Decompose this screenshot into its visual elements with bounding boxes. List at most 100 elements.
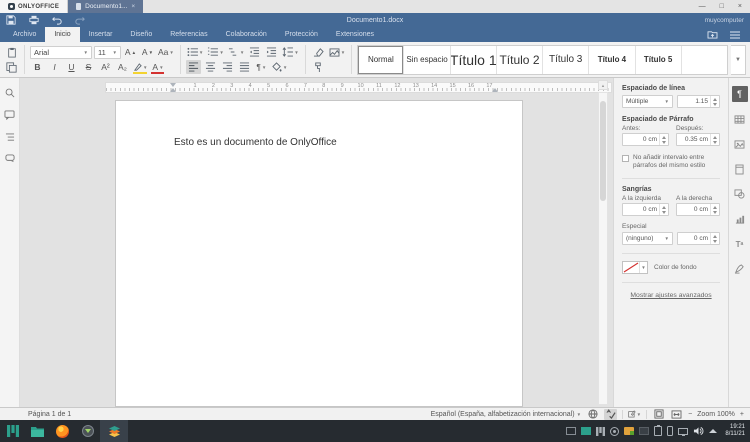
font-size-select[interactable]: 11▼: [94, 46, 121, 59]
search-icon[interactable]: [4, 87, 16, 99]
manjaro-tray-icon[interactable]: [596, 427, 605, 436]
fit-page-button[interactable]: [652, 409, 665, 420]
print-icon[interactable]: [29, 15, 39, 25]
spell-check-toggle[interactable]: [604, 409, 617, 420]
workspace-1-pager[interactable]: [566, 427, 576, 435]
style-titulo-2[interactable]: Título 2: [497, 46, 543, 74]
vertical-scrollbar[interactable]: ▲: [598, 80, 608, 405]
align-center-button[interactable]: [203, 60, 218, 74]
hanging-indent-marker[interactable]: [170, 88, 176, 92]
document-canvas[interactable]: 1234567891011121314151617 Esto es un doc…: [20, 78, 613, 407]
font-color-button[interactable]: A▼: [150, 60, 165, 74]
spacing-before-spinner[interactable]: 0 cm: [622, 133, 669, 146]
firefox-icon[interactable]: [50, 420, 75, 442]
subscript-button[interactable]: A₂: [115, 60, 130, 74]
volume-icon[interactable]: [693, 426, 704, 436]
underline-button[interactable]: U: [64, 60, 79, 74]
style-sin-espacio[interactable]: Sin espacio: [404, 46, 450, 74]
comments-icon[interactable]: [4, 109, 16, 121]
ruler-toggle-button[interactable]: ▲: [598, 80, 608, 90]
taskbar-clock[interactable]: 19:21 8/11/21: [722, 424, 745, 438]
table-settings-icon[interactable]: [732, 111, 748, 127]
spinner-arrows[interactable]: [710, 204, 719, 215]
feedback-icon[interactable]: [4, 153, 16, 165]
file-manager-icon[interactable]: [25, 420, 50, 442]
line-spacing-button[interactable]: ▼: [281, 45, 299, 59]
document-page[interactable]: Esto es un documento de OnlyOffice: [115, 100, 523, 407]
style-titulo-4[interactable]: Título 4: [589, 46, 635, 74]
scrollbar-thumb[interactable]: [600, 101, 606, 201]
right-indent-marker[interactable]: [492, 88, 498, 92]
tab-archivo[interactable]: Archivo: [4, 27, 45, 42]
shading-button[interactable]: ▼: [271, 60, 288, 74]
tab-close-icon[interactable]: ×: [131, 3, 135, 10]
signature-settings-icon[interactable]: [732, 261, 748, 277]
align-left-button[interactable]: [186, 60, 201, 74]
zoom-in-button[interactable]: +: [740, 411, 744, 418]
fit-width-button[interactable]: [670, 409, 683, 420]
tab-proteccion[interactable]: Protección: [276, 27, 327, 42]
page-count[interactable]: Página 1 de 1: [28, 411, 71, 418]
set-language-globe-icon[interactable]: [586, 409, 599, 420]
workspace-2-pager[interactable]: [581, 427, 591, 435]
shape-settings-icon[interactable]: [732, 186, 748, 202]
app-main-tab[interactable]: ONLYOFFICE: [0, 0, 68, 13]
decrease-font-button[interactable]: A▼: [140, 45, 155, 59]
spinner-arrows[interactable]: [710, 134, 719, 145]
line-spacing-amount-spinner[interactable]: 1.15: [677, 95, 720, 108]
copy-style-button[interactable]: [311, 60, 326, 74]
mail-merge-button[interactable]: ▼: [328, 45, 346, 59]
app-menu-button[interactable]: [0, 420, 25, 442]
line-spacing-select[interactable]: Múltiple▼: [622, 95, 673, 108]
bold-button[interactable]: B: [30, 60, 45, 74]
spinner-arrows[interactable]: [710, 233, 719, 244]
update-notifier-icon[interactable]: [610, 427, 619, 436]
font-name-select[interactable]: Arial▼: [30, 46, 92, 59]
special-indent-select[interactable]: (ninguno)▼: [622, 232, 673, 245]
chevron-down-icon[interactable]: ▼: [639, 262, 647, 273]
indent-right-spinner[interactable]: 0 cm: [676, 203, 720, 216]
close-button[interactable]: ×: [738, 3, 742, 10]
zoom-out-button[interactable]: −: [688, 411, 692, 418]
spacing-after-spinner[interactable]: 0.35 cm: [676, 133, 720, 146]
header-footer-settings-icon[interactable]: [732, 161, 748, 177]
indent-left-spinner[interactable]: 0 cm: [622, 203, 669, 216]
spinner-arrows[interactable]: [659, 204, 668, 215]
paste-button[interactable]: [4, 45, 19, 59]
advanced-settings-link[interactable]: Mostrar ajustes avanzados: [622, 292, 720, 299]
tab-insertar[interactable]: Insertar: [80, 27, 122, 42]
style-titulo-3[interactable]: Título 3: [543, 46, 589, 74]
bullet-list-button[interactable]: ▼: [186, 45, 204, 59]
redo-icon[interactable]: [75, 15, 85, 25]
italic-button[interactable]: I: [47, 60, 62, 74]
save-icon[interactable]: [6, 15, 16, 25]
decrease-indent-button[interactable]: [247, 45, 262, 59]
zoom-level[interactable]: Zoom 100%: [697, 411, 735, 418]
tab-diseno[interactable]: Diseño: [121, 27, 161, 42]
tab-inicio[interactable]: Inicio: [45, 27, 79, 42]
style-normal[interactable]: Normal: [358, 46, 404, 74]
increase-indent-button[interactable]: [264, 45, 279, 59]
minimize-button[interactable]: —: [699, 3, 706, 10]
align-justify-button[interactable]: [237, 60, 252, 74]
navigation-icon[interactable]: [4, 131, 16, 143]
hamburger-menu-icon[interactable]: [730, 26, 740, 44]
tab-colaboracion[interactable]: Colaboración: [217, 27, 276, 42]
change-case-button[interactable]: Aa▼: [157, 45, 175, 59]
paragraph-settings-icon[interactable]: ¶: [732, 86, 748, 102]
spinner-arrows[interactable]: [710, 96, 719, 107]
chart-settings-icon[interactable]: [732, 211, 748, 227]
restore-button[interactable]: □: [720, 3, 724, 10]
folder-sync-tray-icon[interactable]: [624, 427, 634, 435]
tab-extensiones[interactable]: Extensiones: [327, 27, 383, 42]
background-color-picker[interactable]: ▼: [622, 261, 648, 274]
clear-style-button[interactable]: [311, 45, 326, 59]
first-line-indent-marker[interactable]: [170, 83, 176, 87]
styles-gallery-expand-button[interactable]: ▼: [731, 45, 746, 75]
superscript-button[interactable]: A²: [98, 60, 113, 74]
language-selector[interactable]: Español (España, alfabetización internac…: [431, 411, 581, 418]
tray-expand-icon[interactable]: [709, 429, 717, 433]
device-connect-icon[interactable]: [667, 426, 673, 436]
style-titulo-1[interactable]: Título 1: [451, 46, 497, 74]
numbered-list-button[interactable]: ▼: [206, 45, 224, 59]
